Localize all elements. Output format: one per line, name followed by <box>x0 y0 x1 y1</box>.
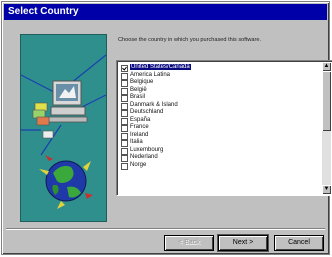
country-list-item[interactable]: España <box>119 117 319 125</box>
country-list-item[interactable]: België <box>119 87 319 95</box>
country-list-item[interactable]: Norge <box>119 162 319 170</box>
country-label: Norge <box>130 161 147 168</box>
scroll-down-arrow-icon[interactable]: ▼ <box>322 185 331 194</box>
wizard-art-panel <box>20 34 107 222</box>
country-label: Brasil <box>130 94 146 100</box>
country-label: Danmark & Island <box>130 101 178 108</box>
country-listbox[interactable]: United States/Canada America Latina Belgiq… <box>116 60 332 196</box>
button-divider <box>6 228 325 230</box>
scroll-up-arrow-icon[interactable]: ▲ <box>322 62 331 71</box>
computer-globe-illustration <box>20 54 107 209</box>
select-country-dialog: Select Country Choose the country in whi… <box>1 1 332 255</box>
country-label: United States/Canada <box>130 64 191 70</box>
country-list-item[interactable]: France <box>119 124 319 132</box>
country-label: Ireland <box>130 131 149 138</box>
country-label: France <box>130 124 149 130</box>
globe-icon <box>39 155 93 209</box>
country-list-item[interactable]: Deutschland <box>119 109 319 117</box>
vertical-scrollbar[interactable]: ▲ ▼ <box>322 62 331 194</box>
window-title: Select Country <box>8 6 79 17</box>
country-label: Italia <box>130 139 143 145</box>
country-list: United States/Canada America Latina Belgiq… <box>119 64 319 170</box>
country-label: Belgique <box>130 79 154 85</box>
country-list-item[interactable]: United States/Canada <box>119 64 319 72</box>
back-button[interactable]: < Back <box>165 236 213 250</box>
country-list-item[interactable]: Ireland <box>119 132 319 140</box>
country-list-item[interactable]: Nederland <box>119 154 319 162</box>
country-list-item[interactable]: Danmark & Island <box>119 102 319 110</box>
computer-icon <box>48 80 88 123</box>
country-label: Deutschland <box>130 109 164 115</box>
country-list-item[interactable]: Brasil <box>119 94 319 102</box>
country-list-item[interactable]: Belgique <box>119 79 319 87</box>
country-list-item[interactable]: America Latina <box>119 72 319 80</box>
country-list-item[interactable]: Luxembourg <box>119 147 319 155</box>
country-label: España <box>130 116 151 123</box>
country-label: America Latina <box>130 71 171 78</box>
checkbox[interactable] <box>121 162 128 170</box>
country-label: Nederland <box>130 154 158 160</box>
scrollbar-thumb[interactable] <box>322 71 331 131</box>
instruction-text: Choose the country in which you purchase… <box>118 37 262 43</box>
title-bar: Select Country <box>4 4 327 20</box>
cancel-button[interactable]: Cancel <box>275 236 323 250</box>
country-label: Luxembourg <box>130 146 164 153</box>
country-list-item[interactable]: Italia <box>119 139 319 147</box>
next-button[interactable]: Next > <box>219 236 267 250</box>
country-label: België <box>130 86 147 93</box>
